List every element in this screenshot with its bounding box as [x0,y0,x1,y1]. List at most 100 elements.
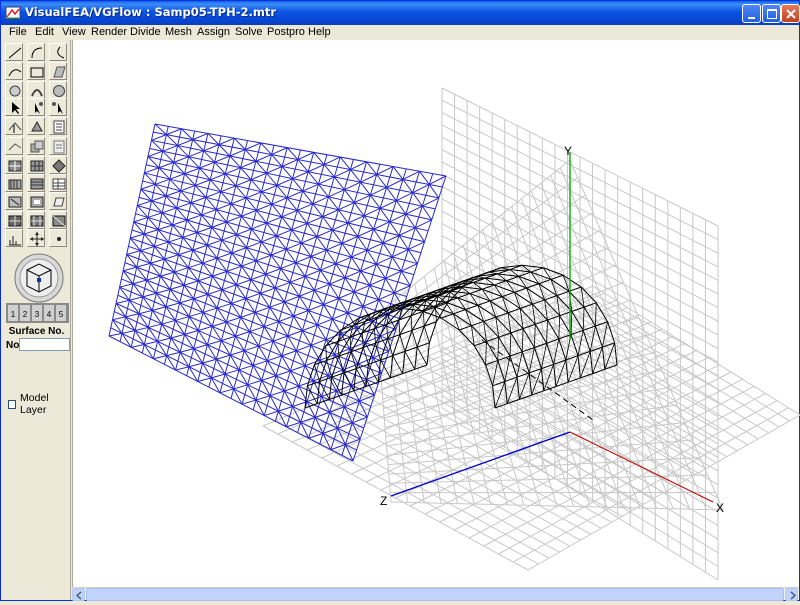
model-viewport[interactable]: Y X Z [72,40,799,587]
box-edit-tool-button[interactable] [5,192,23,210]
surface-mesh-line [293,310,308,316]
mesh-view2-tool-button[interactable] [27,211,45,229]
shape-tool-button[interactable] [49,192,67,210]
surface-mesh-line [250,327,264,332]
arch-mesh-line [531,268,543,272]
list-tool-button[interactable] [49,137,67,155]
horizontal-scrollbar[interactable] [72,587,799,600]
surface-mesh-line [127,251,141,255]
model-layer-toggle[interactable]: Model Layer [8,392,70,416]
pick-edge-icon [6,118,24,136]
select-arrow-tool-button[interactable] [5,98,23,116]
extrude-tool-button[interactable] [5,137,23,155]
surface-mesh-line [123,267,137,271]
menu-solve[interactable]: Solve [235,25,263,40]
mesh-block-tool-button[interactable] [27,156,45,174]
surface-mesh-line [277,179,293,186]
model-layer-checkbox[interactable] [8,400,16,409]
surface-mesh-line [338,423,353,428]
surface-mesh-line [193,245,207,250]
menu-assign[interactable]: Assign [197,25,230,40]
table-tool-button[interactable] [49,174,67,192]
menu-mesh[interactable]: Mesh [165,25,192,40]
pick-face-tool-button[interactable] [27,117,45,135]
layer-tool-button[interactable] [27,174,45,192]
scroll-left-button[interactable] [72,588,85,601]
close-button[interactable] [781,4,800,23]
surface-mesh-line [188,263,202,268]
surface-mesh-line [261,236,276,242]
surface-mesh-line [162,208,176,213]
arc-tool-button[interactable] [27,43,45,61]
surface-mesh-line [267,356,281,361]
surface-mesh-line [166,303,180,307]
pick-edge-tool-button[interactable] [5,117,23,135]
scroll-right-button[interactable] [785,588,798,601]
surface-mesh-line [189,312,203,316]
surface-mesh-line [173,220,187,225]
curve-icon [6,63,24,81]
menu-edit[interactable]: Edit [35,25,54,40]
doc-list-tool-button[interactable] [49,117,67,135]
dot-tool-button[interactable] [49,229,67,247]
surface-number-input[interactable] [19,338,70,351]
surface-mesh-line [246,242,261,248]
scroll-thumb[interactable] [86,588,784,601]
surface-mesh-line [246,293,261,298]
select-multi-tool-button[interactable] [49,98,67,116]
front-grid-line [378,195,586,334]
maximize-button[interactable] [762,4,781,23]
view-orientation-cube-icon[interactable] [13,252,65,304]
title-bar[interactable]: VisualFEA/VGFlow : Samp05-TPH-2.mtr [1,1,799,25]
arch-tool-button[interactable] [27,81,45,99]
rectangle-tool-button[interactable] [27,62,45,80]
mesh-solid-tool-button[interactable] [5,156,23,174]
mesh-grid-tool-button[interactable] [49,156,67,174]
surface-mesh-line [244,346,258,351]
minimize-button[interactable] [742,4,761,23]
stack-tool-button[interactable] [5,174,23,192]
quad-surface-tool-button[interactable] [49,62,67,80]
select-node-icon [28,99,46,117]
sphere-tool-button[interactable] [49,81,67,99]
surface-mesh-line [255,307,270,312]
line-tool-button[interactable] [5,43,23,61]
copy-tool-button[interactable] [27,137,45,155]
menu-render[interactable]: Render [91,25,127,40]
menu-postpro[interactable]: Postpro [267,25,305,40]
circle-tool-button[interactable] [5,81,23,99]
curve-tool-button[interactable] [5,62,23,80]
select-arrow-icon [6,99,24,117]
front-grid-line [384,353,654,418]
menu-help[interactable]: Help [308,25,331,40]
window-title: VisualFEA/VGFlow : Samp05-TPH-2.mtr [25,5,276,19]
arc-open-icon [50,44,68,62]
surface-mesh-line [290,276,305,282]
mesh-view3-tool-button[interactable] [49,211,67,229]
surface-mesh-line [286,243,301,249]
surface-mesh-line [134,217,148,221]
surface-mesh-line [184,281,198,285]
graph-tool-button[interactable] [5,229,23,247]
box-edit2-tool-button[interactable] [27,192,45,210]
surface-mesh-line [160,272,174,276]
select-node-tool-button[interactable] [27,98,45,116]
surface-mesh-line [183,233,197,238]
move-tool-button[interactable] [27,229,45,247]
layer-number: 1 [11,310,16,319]
surface-mesh-line [222,285,236,290]
surface-mesh-line [305,360,320,365]
surface-mesh-line [345,271,361,278]
surface-mesh-line [230,150,245,156]
mesh-view-tool-button[interactable] [5,211,23,229]
menu-divide[interactable]: Divide [130,25,161,40]
arc-open-tool-button[interactable] [49,43,67,61]
surface-mesh-line [373,351,388,357]
menu-file[interactable]: File [9,25,27,40]
layer-selector-icon[interactable]: 1 2 3 4 5 [6,303,69,323]
menu-view[interactable]: View [62,25,86,40]
y-axis-label: Y [564,144,572,158]
surface-mesh-line [251,173,266,179]
surface-mesh-line [301,237,316,243]
arch-mesh-line [441,318,459,330]
